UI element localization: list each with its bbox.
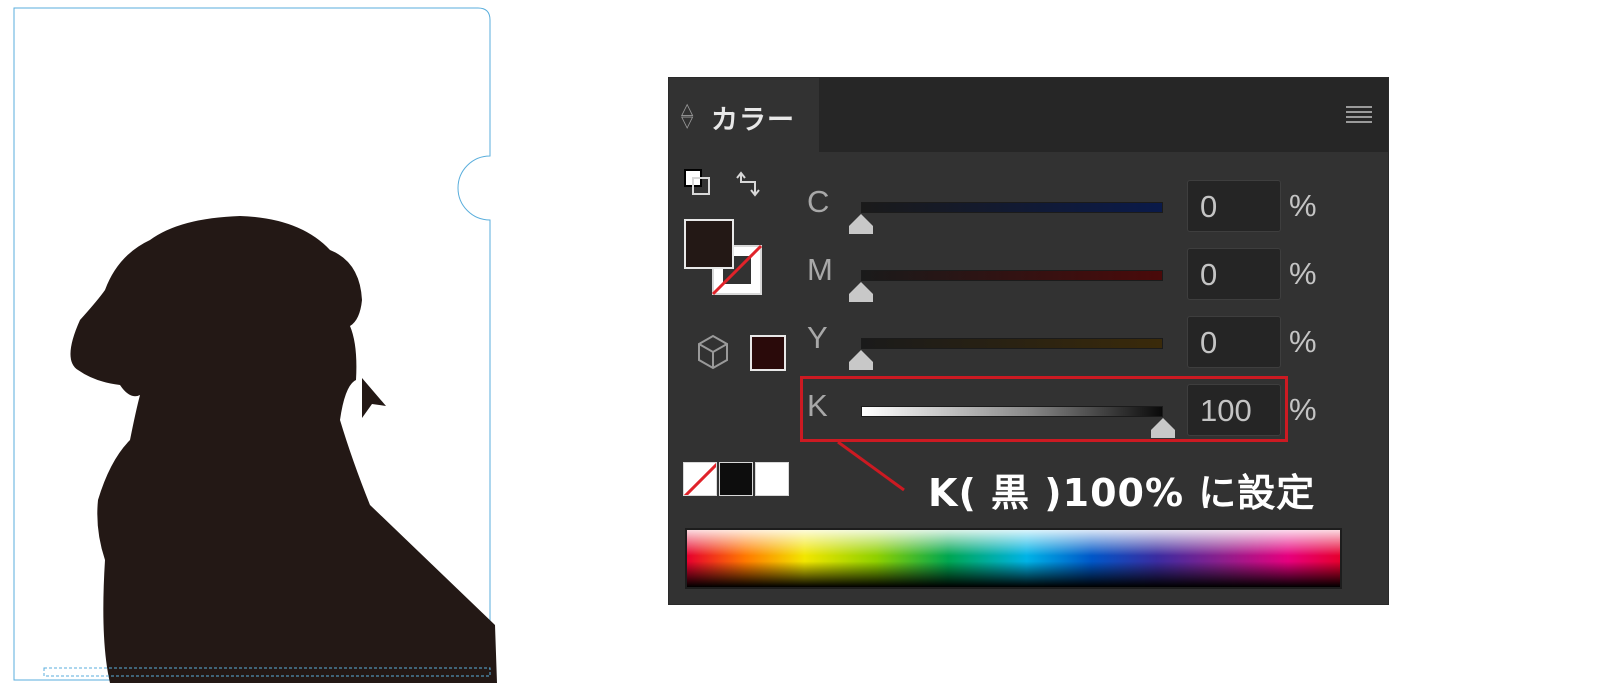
annotation-leader-line — [837, 440, 905, 492]
channel-value-field[interactable]: 0 — [1187, 180, 1281, 232]
fill-stroke-controls — [684, 169, 786, 371]
channel-value-field[interactable]: 0 — [1187, 248, 1281, 300]
channel-slider-track[interactable] — [861, 270, 1163, 281]
annotation-text: K( 黒 )100% に設定 — [928, 471, 1316, 515]
channel-value-field[interactable]: 0 — [1187, 316, 1281, 368]
channel-row-y: Y 0% — [805, 316, 1325, 378]
tab-color-label: カラー — [711, 105, 795, 136]
channel-unit: % — [1289, 324, 1317, 359]
channel-unit: % — [1289, 188, 1317, 223]
channel-letter: M — [807, 252, 833, 287]
channel-unit: % — [1289, 392, 1317, 427]
channel-slider-thumb[interactable] — [849, 214, 873, 234]
k-channel-highlight — [800, 376, 1288, 442]
channel-row-m: M 0% — [805, 248, 1325, 310]
channel-letter: C — [807, 184, 830, 219]
panel-menu-icon[interactable] — [1346, 106, 1372, 124]
channel-slider-track[interactable] — [861, 202, 1163, 213]
color-spectrum-ramp[interactable] — [685, 528, 1342, 589]
channel-slider-thumb[interactable] — [849, 282, 873, 302]
fill-swatch[interactable] — [684, 219, 734, 269]
out-of-web-color-icon[interactable] — [698, 334, 728, 370]
swap-fill-stroke-icon[interactable] — [736, 171, 760, 197]
web-safe-swatch[interactable] — [750, 335, 786, 371]
black-swatch[interactable] — [719, 462, 753, 496]
tab-color[interactable]: △ ▽ カラー — [669, 78, 819, 152]
portrait-silhouette — [70, 216, 498, 683]
collapse-arrows-icon[interactable]: △ ▽ — [681, 101, 693, 130]
color-panel: △ ▽ カラー C 0% M 0% Y 0% K 100% — [668, 77, 1389, 605]
artboard — [13, 7, 498, 683]
quick-swatches — [683, 462, 789, 500]
default-colors-icon[interactable] — [684, 169, 710, 195]
channel-row-c: C 0% — [805, 180, 1325, 242]
panel-tab-bar: △ ▽ カラー — [669, 78, 1388, 152]
channel-letter: Y — [807, 320, 828, 355]
channel-slider-track[interactable] — [861, 338, 1163, 349]
none-swatch[interactable] — [683, 462, 717, 496]
channel-unit: % — [1289, 256, 1317, 291]
channel-slider-thumb[interactable] — [849, 350, 873, 370]
white-swatch[interactable] — [755, 462, 789, 496]
cursor-icon — [362, 378, 386, 418]
